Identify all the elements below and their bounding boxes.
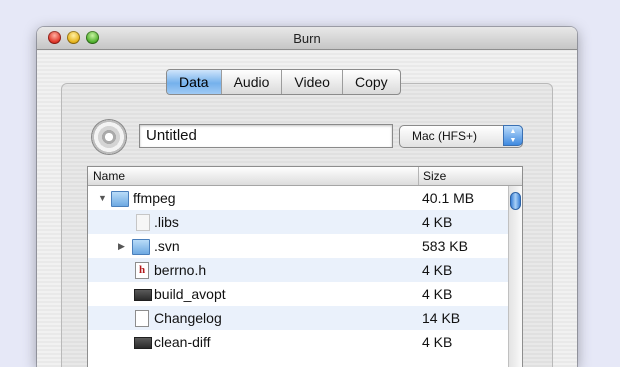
- tab-audio[interactable]: Audio: [220, 70, 282, 94]
- disc-icon: [91, 119, 127, 155]
- file-list-header: Name Size: [88, 167, 522, 186]
- column-header-size[interactable]: Size: [418, 167, 446, 185]
- window-title: Burn: [293, 31, 321, 46]
- executable-icon: [134, 289, 152, 301]
- table-row[interactable]: h berrno.h 4 KB: [88, 258, 508, 282]
- disclosure-expanded-icon[interactable]: ▼: [98, 186, 107, 210]
- file-size: 4 KB: [422, 286, 453, 302]
- disc-name-input[interactable]: Untitled: [139, 124, 393, 148]
- burn-window: Burn Data Audio Video Copy Untitled Mac …: [37, 27, 577, 367]
- tab-bar: Data Audio Video Copy: [166, 69, 401, 95]
- table-row[interactable]: ▼ ffmpeg 40.1 MB: [88, 186, 508, 210]
- vertical-scrollbar[interactable]: [508, 186, 522, 367]
- scrollbar-thumb[interactable]: [510, 192, 521, 210]
- document-icon: [135, 310, 149, 327]
- file-size: 4 KB: [422, 262, 453, 278]
- table-row[interactable]: build_avopt 4 KB: [88, 282, 508, 306]
- file-rows: ▼ ffmpeg 40.1 MB .libs 4 KB ▶ .svn 583 K…: [88, 186, 508, 354]
- filesystem-format-value: Mac (HFS+): [412, 129, 478, 143]
- file-name: build_avopt: [154, 286, 226, 302]
- filesystem-format-popup[interactable]: Mac (HFS+) ▲ ▼: [399, 125, 523, 148]
- executable-icon: [134, 337, 152, 349]
- file-name: .svn: [154, 238, 180, 254]
- tab-copy[interactable]: Copy: [341, 70, 400, 94]
- disclosure-collapsed-icon[interactable]: ▶: [118, 234, 125, 258]
- file-size: 14 KB: [422, 310, 461, 326]
- file-size: 4 KB: [422, 214, 453, 230]
- file-list: Name Size ▼ ffmpeg 40.1 MB .libs 4 KB ▶ …: [87, 166, 523, 367]
- file-name: clean-diff: [154, 334, 211, 350]
- file-name: Changelog: [154, 310, 222, 326]
- table-row[interactable]: clean-diff 4 KB: [88, 330, 508, 354]
- table-row[interactable]: Changelog 14 KB: [88, 306, 508, 330]
- table-row[interactable]: .libs 4 KB: [88, 210, 508, 234]
- tab-video[interactable]: Video: [281, 70, 342, 94]
- file-name: ffmpeg: [133, 190, 176, 206]
- popup-arrows-icon: ▲ ▼: [503, 125, 523, 146]
- header-file-icon: h: [135, 262, 149, 279]
- tab-data[interactable]: Data: [167, 70, 221, 94]
- folder-icon: [132, 239, 150, 255]
- folder-icon: [111, 191, 129, 207]
- file-size: 4 KB: [422, 334, 453, 350]
- document-icon: [136, 214, 150, 231]
- file-name: .libs: [154, 214, 179, 230]
- table-row[interactable]: ▶ .svn 583 KB: [88, 234, 508, 258]
- file-size: 40.1 MB: [422, 190, 475, 206]
- file-name: berrno.h: [154, 262, 207, 278]
- title-bar[interactable]: Burn: [37, 27, 577, 50]
- column-header-name[interactable]: Name: [93, 167, 125, 185]
- file-size: 583 KB: [422, 238, 468, 254]
